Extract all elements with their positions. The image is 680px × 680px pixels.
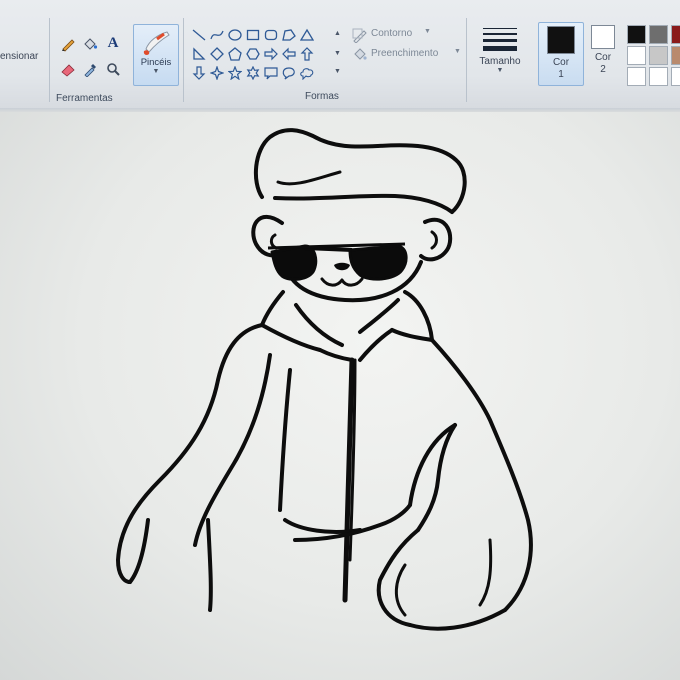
color1-swatch [547,26,575,54]
callout-rect-icon[interactable] [264,66,278,80]
color2-number: 2 [600,64,606,75]
text-icon[interactable]: A [104,34,122,52]
star5-icon[interactable] [227,65,243,81]
palette-swatch[interactable] [649,25,668,44]
color1-button[interactable]: Cor 1 [538,22,584,86]
size-button[interactable]: Tamanho ▼ [472,24,528,84]
brushes-label: Pincéis [140,57,172,68]
right-triangle-icon[interactable] [192,47,206,61]
pencil-icon[interactable] [59,35,77,53]
brush-icon [143,31,170,55]
palette-swatch[interactable] [671,25,680,44]
outline-dropdown[interactable]: Contorno [371,28,412,39]
chevron-down-icon: ▼ [152,68,160,75]
group-separator [183,18,184,102]
magnifier-icon[interactable] [104,60,122,78]
star6-icon[interactable] [246,65,260,81]
group-separator [49,18,50,102]
palette-swatch[interactable] [671,67,680,86]
gallery-scroll-down-icon[interactable]: ▼ [334,50,341,57]
gallery-expand-icon[interactable]: ▼ [334,68,341,75]
color2-swatch [591,25,615,49]
bear-drawing [116,128,533,631]
group-separator [466,18,467,102]
fill-dropdown[interactable]: Preenchimento [371,48,438,59]
rounded-rectangle-icon[interactable] [264,28,278,42]
oval-icon[interactable] [228,28,242,42]
pentagon-icon[interactable] [228,47,242,61]
fill-icon [351,45,369,63]
rectangle-icon[interactable] [246,28,260,42]
color-picker-icon[interactable] [81,60,99,78]
arrow-up-icon[interactable] [300,47,314,61]
diamond-icon[interactable] [210,47,224,61]
brushes-button[interactable]: Pincéis ▼ [133,24,179,86]
shapes-group-label: Formas [305,91,339,102]
palette-swatch[interactable] [649,67,668,86]
chevron-down-icon: ▼ [424,28,431,35]
color1-number: 1 [558,69,564,80]
hexagon-icon[interactable] [246,47,260,61]
callout-cloud-icon[interactable] [300,66,314,81]
arrow-down-icon[interactable] [192,66,206,80]
palette-swatch[interactable] [627,46,646,65]
size-label: Tamanho [479,56,521,67]
line-icon[interactable] [192,28,206,42]
polygon-icon[interactable] [282,28,296,42]
color2-label: Cor [594,52,612,63]
gallery-scroll-up-icon[interactable]: ▲ [334,30,341,37]
palette-swatch[interactable] [649,46,668,65]
tools-group-label: Ferramentas [56,93,113,104]
ribbon: ensionar A Ferramentas Pincéis ▼ ▲ ▼ ▼ C… [0,0,680,109]
triangle-icon[interactable] [299,28,315,42]
color2-button[interactable]: Cor 2 [584,22,622,84]
star4-icon[interactable] [209,65,225,81]
fill-bucket-icon[interactable] [81,35,99,53]
chevron-down-icon: ▼ [496,67,504,74]
drawing-canvas[interactable] [0,112,680,680]
arrow-left-icon[interactable] [282,47,296,61]
arrow-right-icon[interactable] [264,47,278,61]
outline-icon [351,26,369,44]
chevron-down-icon: ▼ [454,48,461,55]
palette-swatch[interactable] [627,25,646,44]
line-thickness-icon [483,28,517,51]
curve-icon[interactable] [210,28,224,42]
palette-swatch[interactable] [671,46,680,65]
eraser-icon[interactable] [59,60,77,78]
color1-label: Cor [552,57,570,68]
select-button-label[interactable]: ensionar [0,51,38,62]
palette-swatch[interactable] [627,67,646,86]
callout-oval-icon[interactable] [282,66,296,80]
